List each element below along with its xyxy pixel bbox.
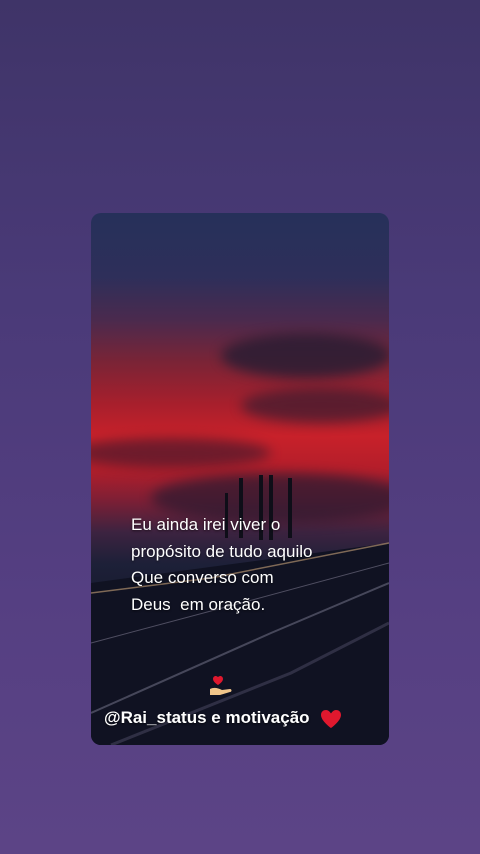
red-heart-icon [321, 710, 341, 728]
cloud [221, 333, 389, 378]
video-card[interactable] [91, 213, 389, 745]
quote-line: Deus em oração. [131, 594, 266, 614]
quote-line: Eu ainda irei viver o [131, 515, 281, 534]
quote-text: Eu ainda irei viver o propósito de tudo … [131, 512, 391, 618]
hand-with-heart-icon [210, 675, 232, 695]
quote-line: Que converso com [131, 568, 274, 587]
cloud [91, 438, 271, 468]
cloud [241, 388, 389, 423]
channel-handle: @Rai_status e motivação [104, 708, 310, 727]
quote-line: propósito de tudo aquilo [131, 541, 313, 561]
